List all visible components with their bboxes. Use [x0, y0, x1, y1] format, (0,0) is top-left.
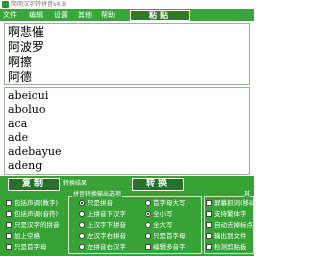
check-screen-capture[interactable]: 屏幕抓词(移动 — [206, 199, 254, 208]
checkbox[interactable] — [206, 222, 212, 228]
check-tone-number[interactable]: 包括声调(数字) — [6, 199, 58, 208]
checkbox[interactable] — [6, 233, 12, 239]
checkbox[interactable] — [6, 244, 12, 250]
output-line: abeicui — [8, 89, 49, 102]
radio-pinyin-only[interactable]: 只是拼音 — [79, 199, 113, 208]
radio-button[interactable] — [145, 200, 151, 206]
checkbox[interactable] — [206, 211, 212, 217]
menu-other[interactable]: 其他 — [78, 9, 92, 21]
check-strip-punctuation[interactable]: 自动去掉标点 — [206, 221, 254, 230]
check-output-file[interactable]: 输出到文件 — [206, 232, 254, 241]
input-line: 啊擦 — [8, 55, 33, 69]
input-line: 阿波罗 — [8, 40, 45, 54]
radio-pinyin-left[interactable]: 左拼音右汉字 — [79, 243, 126, 252]
checkbox[interactable] — [206, 244, 212, 250]
radio-hanzi-above[interactable]: 上汉字下拼音 — [79, 221, 126, 230]
radio-button[interactable] — [79, 222, 85, 228]
output-line: ade — [8, 131, 29, 144]
convert-button[interactable]: 转换 — [132, 178, 184, 191]
menu-bar: 文件 编辑 设置 其他 帮助 — [0, 9, 254, 21]
checkbox[interactable] — [206, 233, 212, 239]
result-label: 转换结果 — [63, 180, 88, 187]
copy-button[interactable]: 复制 — [8, 178, 60, 191]
group-title: 拼音转换输出选项 — [72, 191, 123, 199]
checkbox[interactable] — [206, 200, 212, 206]
check-edit-polyphone[interactable]: 编辑多音字 — [145, 243, 186, 252]
radio-all-lower[interactable]: 全小写 — [145, 210, 173, 219]
menu-help[interactable]: 帮助 — [101, 9, 115, 21]
check-initial-only[interactable]: 只是首字母 — [6, 243, 47, 252]
window-title: 简明汉字转拼音v4.8 — [11, 1, 67, 8]
radio-button[interactable] — [79, 200, 85, 206]
radio-hanzi-left[interactable]: 左汉字右拼音 — [79, 232, 126, 241]
radio-initials-only[interactable]: 只是首字母 — [145, 232, 186, 241]
input-line: 阿德 — [8, 70, 33, 84]
radio-button[interactable] — [145, 211, 151, 217]
paste-button[interactable]: 粘贴 — [130, 10, 190, 21]
checkbox[interactable] — [6, 211, 12, 217]
radio-capitalize-first[interactable]: 首字母大写 — [145, 199, 186, 208]
radio-button[interactable] — [79, 233, 85, 239]
output-textarea[interactable]: abeicui aboluo aca ade adebayue adeng — [4, 87, 250, 175]
check-traditional[interactable]: 支持繁体字 — [206, 210, 254, 219]
input-textarea[interactable]: 啊悲催 阿波罗 啊擦 阿德 — [4, 23, 250, 85]
radio-button[interactable] — [145, 233, 151, 239]
check-clipboard[interactable]: 检测剪贴板 — [206, 243, 254, 252]
checkbox[interactable] — [6, 222, 12, 228]
input-line: 啊悲催 — [8, 25, 45, 39]
menu-settings[interactable]: 设置 — [54, 9, 68, 21]
extra-group-title: 其 — [244, 191, 251, 199]
radio-button[interactable] — [145, 222, 151, 228]
radio-all-upper[interactable]: 全大写 — [145, 221, 173, 230]
checkbox[interactable] — [145, 244, 151, 250]
radio-button[interactable] — [79, 244, 85, 250]
options-panel: 复制 转换结果 转换 拼音转换输出选项 其 包括声调(数字) 包括声调(音符) … — [0, 176, 254, 256]
output-line: adebayue — [8, 145, 62, 158]
menu-edit[interactable]: 编辑 — [29, 9, 43, 21]
output-line: aca — [8, 117, 28, 130]
output-line: aboluo — [8, 103, 46, 116]
output-line: adeng — [8, 159, 43, 172]
checkbox[interactable] — [6, 200, 12, 206]
check-add-space[interactable]: 加上空格 — [6, 232, 40, 241]
radio-button[interactable] — [79, 211, 85, 217]
menu-file[interactable]: 文件 — [3, 9, 17, 21]
title-bar: 简明汉字转拼音v4.8 — [0, 0, 254, 9]
check-tone-mark[interactable]: 包括声调(音符) — [6, 210, 58, 219]
radio-pinyin-above[interactable]: 上拼音下汉字 — [79, 210, 126, 219]
app-icon — [2, 1, 9, 8]
check-pinyin-only-hanzi[interactable]: 只是汉字的拼音 — [6, 221, 60, 230]
